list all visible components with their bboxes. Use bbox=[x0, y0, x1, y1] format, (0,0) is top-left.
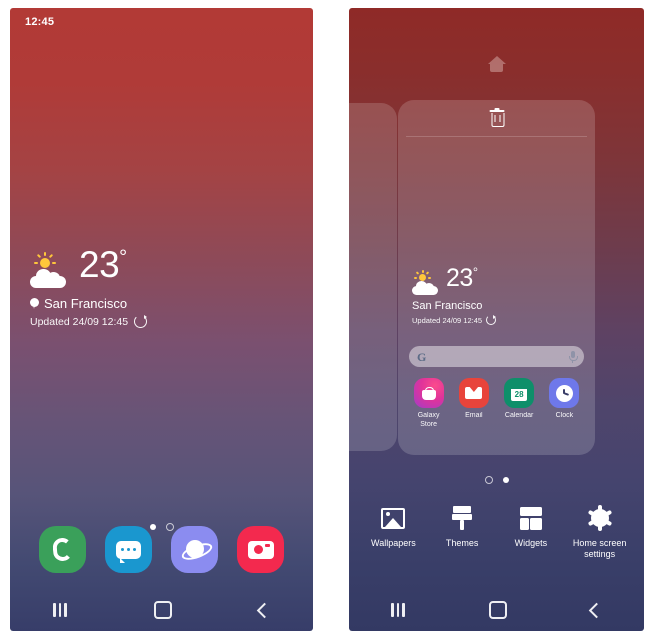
weather-location: San Francisco bbox=[412, 300, 483, 312]
phone-icon bbox=[52, 537, 73, 562]
widgets-grid-icon bbox=[519, 504, 543, 532]
toolbar-item-wallpapers[interactable]: Wallpapers bbox=[359, 504, 427, 560]
shopping-bag-icon bbox=[413, 378, 444, 408]
phone-right-edit-mode: 23° San Francisco Updated 24/09 12:45 G bbox=[349, 8, 644, 631]
refresh-icon[interactable] bbox=[134, 315, 148, 328]
microphone-icon[interactable] bbox=[569, 350, 578, 363]
weather-updated-text: Updated 24/09 12:45 bbox=[412, 315, 483, 325]
weather-location: San Francisco bbox=[44, 296, 128, 311]
phone-left-home-screen: 12:45 23° San Francisco Updated 24/09 12… bbox=[10, 8, 313, 631]
weather-updated-text: Updated 24/09 12:45 bbox=[30, 315, 129, 328]
weather-location-row: San Francisco bbox=[412, 300, 496, 312]
toolbar-item-widgets[interactable]: Widgets bbox=[497, 504, 565, 560]
status-clock: 12:45 bbox=[25, 16, 55, 28]
navigation-bar bbox=[349, 589, 644, 631]
weather-location-row: San Francisco bbox=[30, 296, 147, 311]
dock-app-messages[interactable] bbox=[105, 526, 152, 573]
weather-temperature: 23° bbox=[446, 264, 478, 292]
page-indicator bbox=[349, 476, 644, 484]
weather-main-row: 23° bbox=[412, 264, 496, 295]
weather-updated-row: Updated 24/09 12:45 bbox=[30, 315, 148, 328]
screenshot-root: 12:45 23° San Francisco Updated 24/09 12… bbox=[0, 0, 653, 639]
trash-icon[interactable] bbox=[489, 107, 504, 128]
app-label: Clock bbox=[555, 412, 574, 419]
page-dot-2[interactable] bbox=[502, 477, 509, 483]
camera-icon bbox=[247, 540, 274, 559]
status-bar: 12:45 bbox=[10, 8, 313, 38]
app-email[interactable]: Email bbox=[454, 378, 494, 429]
toolbar-item-themes[interactable]: Themes bbox=[428, 504, 496, 560]
envelope-icon bbox=[458, 378, 489, 408]
partly-cloudy-icon bbox=[30, 252, 72, 288]
weather-temperature: 23° bbox=[79, 244, 127, 285]
image-icon bbox=[381, 504, 406, 532]
toolbar-item-home-screen-settings[interactable]: Home screen settings bbox=[566, 504, 634, 560]
message-bubble-icon bbox=[116, 540, 141, 563]
toolbar-label: Home screen settings bbox=[572, 538, 627, 559]
app-calendar[interactable]: 28 Calendar bbox=[499, 378, 539, 429]
weather-main-row: 23° bbox=[30, 244, 147, 288]
home-square-icon[interactable] bbox=[153, 601, 172, 619]
home-page-card[interactable]: 23° San Francisco Updated 24/09 12:45 G bbox=[398, 100, 595, 455]
weather-widget-preview[interactable]: 23° San Francisco Updated 24/09 12:45 bbox=[412, 264, 497, 325]
paintbrush-icon bbox=[451, 504, 473, 532]
recents-icon[interactable] bbox=[53, 603, 67, 617]
back-chevron-icon[interactable] bbox=[588, 602, 605, 618]
dock bbox=[10, 526, 313, 573]
app-clock[interactable]: Clock bbox=[544, 378, 584, 429]
dock-app-internet[interactable] bbox=[171, 526, 218, 573]
internet-planet-icon bbox=[179, 537, 214, 563]
back-chevron-icon[interactable] bbox=[256, 602, 272, 618]
app-label: Calendar bbox=[504, 412, 534, 419]
card-divider bbox=[406, 136, 587, 137]
home-icon bbox=[487, 56, 506, 72]
app-label: Galaxy Store bbox=[417, 412, 440, 428]
toolbar-label: Wallpapers bbox=[371, 538, 416, 548]
toolbar-label: Themes bbox=[445, 538, 479, 548]
app-label: Email bbox=[465, 412, 483, 419]
recents-icon[interactable] bbox=[391, 603, 405, 617]
home-page-indicator[interactable] bbox=[349, 56, 644, 72]
app-grid: Galaxy Store Email 28 Calendar Clock bbox=[406, 378, 587, 429]
google-g-icon: G bbox=[417, 349, 427, 364]
toolbar-label: Widgets bbox=[514, 538, 548, 548]
partly-cloudy-icon bbox=[412, 269, 442, 295]
location-pin-icon bbox=[30, 297, 39, 310]
cloud-icon bbox=[412, 281, 438, 295]
google-search-bar[interactable]: G bbox=[409, 346, 584, 367]
weather-updated-row: Updated 24/09 12:45 bbox=[412, 315, 497, 325]
refresh-icon[interactable] bbox=[486, 315, 497, 325]
home-edit-toolbar: Wallpapers Themes Widgets Home screen set… bbox=[349, 504, 644, 560]
dock-app-phone[interactable] bbox=[39, 526, 86, 573]
navigation-bar bbox=[10, 589, 313, 631]
calendar-day: 28 bbox=[514, 390, 524, 399]
weather-widget[interactable]: 23° San Francisco Updated 24/09 12:45 bbox=[30, 244, 148, 328]
calendar-icon: 28 bbox=[504, 378, 535, 408]
dock-app-camera[interactable] bbox=[237, 526, 284, 573]
home-square-icon[interactable] bbox=[488, 601, 507, 619]
app-galaxy-store[interactable]: Galaxy Store bbox=[409, 378, 449, 429]
cloud-icon bbox=[30, 269, 66, 288]
page-dot-1[interactable] bbox=[484, 476, 493, 484]
adjacent-page-card[interactable] bbox=[349, 103, 397, 451]
gear-icon bbox=[587, 504, 612, 532]
clock-icon bbox=[549, 378, 580, 408]
